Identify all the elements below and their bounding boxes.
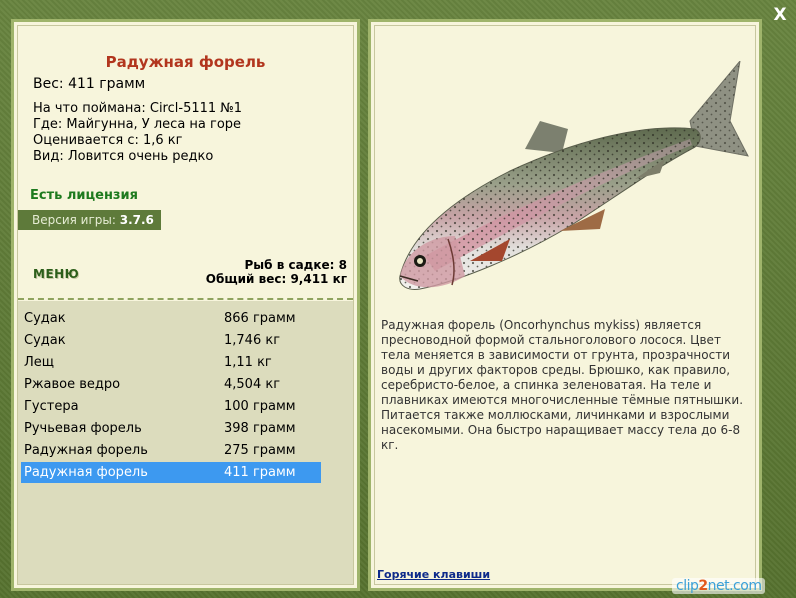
catch-fish-weight: 4,504 кг bbox=[224, 377, 281, 392]
catch-fish-name: Судак bbox=[24, 311, 66, 326]
game-version-badge: Версия игры: 3.7.6 bbox=[18, 210, 161, 230]
fish-description: Радужная форель (Oncorhynchus mykiss) яв… bbox=[381, 318, 744, 452]
fish-description-inner: Радужная форель (Oncorhynchus mykiss) яв… bbox=[374, 25, 756, 585]
catch-fish-name: Густера bbox=[24, 399, 79, 414]
fish-title: Радужная форель bbox=[105, 53, 266, 71]
catch-fish-name: Лещ bbox=[24, 355, 55, 370]
watermark-logo: clip2net.com bbox=[672, 578, 766, 594]
catch-fish-weight: 866 грамм bbox=[224, 311, 296, 326]
catch-fish-name: Ручьевая форель bbox=[24, 421, 142, 436]
divider bbox=[18, 298, 353, 300]
catch-list-row[interactable]: Густера 100 грамм bbox=[21, 396, 321, 417]
fish-location: Где: Майгунна, У леса на горе bbox=[33, 117, 242, 132]
catch-list-row[interactable]: Радужная форель 275 грамм bbox=[21, 440, 321, 461]
keep-total-weight: Общий вес: 9,411 кг bbox=[205, 272, 347, 286]
catch-fish-weight: 100 грамм bbox=[224, 399, 296, 414]
version-number: 3.7.6 bbox=[119, 213, 154, 227]
version-label: Версия игры: bbox=[32, 213, 116, 227]
hotkeys-link[interactable]: Горячие клавиши bbox=[377, 568, 490, 581]
menu-button[interactable]: МЕНЮ bbox=[33, 267, 79, 281]
catch-list: Судак 866 грамм Судак 1,746 кг Лещ 1,11 кг Ржа… bbox=[18, 301, 353, 584]
keep-count: Рыб в садке: 8 bbox=[244, 258, 348, 272]
catch-fish-name: Радужная форель bbox=[24, 443, 148, 458]
fish-rarity: Вид: Ловится очень редко bbox=[33, 149, 214, 164]
fish-caught-with: На что поймана: Circl-5111 №1 bbox=[33, 101, 243, 116]
catch-fish-name: Ржавое ведро bbox=[24, 377, 121, 392]
catch-fish-weight: 275 грамм bbox=[224, 443, 296, 458]
catch-list-row[interactable]: Судак 1,746 кг bbox=[21, 330, 321, 351]
catch-fish-weight: 1,11 кг bbox=[224, 355, 272, 370]
keep-summary: Рыб в садке: 8 Общий вес: 9,411 кг bbox=[206, 258, 347, 286]
catch-list-row[interactable]: Лещ 1,11 кг bbox=[21, 352, 321, 373]
fish-info-panel: Радужная форель Вес: 411 грамм На что по… bbox=[11, 19, 360, 591]
fish-info-inner: Радужная форель Вес: 411 грамм На что по… bbox=[17, 25, 354, 585]
catch-list-row[interactable]: Радужная форель 411 грамм bbox=[21, 462, 321, 483]
close-button[interactable]: X bbox=[769, 4, 791, 26]
rainbow-trout-image bbox=[399, 61, 749, 290]
catch-fish-weight: 398 грамм bbox=[224, 421, 296, 436]
catch-list-row[interactable]: Ручьевая форель 398 грамм bbox=[21, 418, 321, 439]
catch-list-row[interactable]: Судак 866 грамм bbox=[21, 308, 321, 329]
catch-fish-weight: 411 грамм bbox=[224, 465, 296, 480]
license-status: Есть лицензия bbox=[30, 188, 138, 203]
catch-fish-name: Судак bbox=[24, 333, 66, 348]
fish-weight: Вес: 411 грамм bbox=[33, 76, 146, 92]
catch-list-row[interactable]: Ржавое ведро 4,504 кг bbox=[21, 374, 321, 395]
fish-value: Оценивается с: 1,6 кг bbox=[33, 133, 183, 148]
catch-fish-weight: 1,746 кг bbox=[224, 333, 281, 348]
fish-description-panel: Радужная форель (Oncorhynchus mykiss) яв… bbox=[368, 19, 762, 591]
catch-fish-name: Радужная форель bbox=[24, 465, 148, 480]
